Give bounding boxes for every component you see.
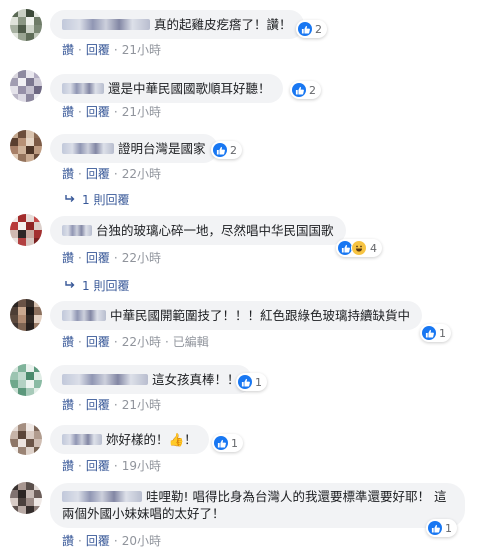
avatar[interactable] [10,299,42,331]
comment-bubble: 還是中華民國國歌順耳好聽！ [50,74,283,103]
comment-bubble: 妳好樣的！👍！ [50,425,209,454]
comment-text: 還是中華民國國歌順耳好聽！ [108,81,271,96]
comment-text: 這女孩真棒！！ [152,372,240,387]
comment-text: 台独的玻璃心碎一地，尽然唱中华民国国歌 [96,223,334,238]
commenter-name-redacted[interactable] [62,310,106,321]
thumbs-up-icon [213,143,227,157]
like-link[interactable]: 讚 [62,167,74,181]
view-replies-link[interactable]: 1 則回覆 [64,277,129,294]
reaction-count[interactable]: 2 [296,20,327,38]
thumbs-up-icon [214,436,228,450]
thumbs-up-icon [292,83,306,97]
thumbs-up-icon [298,22,312,36]
comment-text: 真的起雞皮疙瘩了！讚！ [154,17,292,32]
reply-link[interactable]: 回覆 [86,335,110,349]
comment-bubble: 台独的玻璃心碎一地，尽然唱中华民国国歌 [50,216,346,245]
timestamp[interactable]: 21小時 [122,43,161,57]
comment-actions: 讚 · 回覆 · 21小時 [62,398,161,412]
reply-link[interactable]: 回覆 [86,43,110,57]
avatar[interactable] [10,130,42,162]
commenter-name-redacted[interactable] [62,143,114,154]
comment-bubble: 哇哩勒! 唱得比身為台灣人的我還要標準還要好耶！ 這兩個外國小妹妹唱的太好了！ [50,483,465,528]
reply-link[interactable]: 回覆 [86,251,110,265]
reply-arrow-icon [64,279,76,293]
comment-actions: 讚 · 回覆 · 21小時 [62,105,161,119]
reaction-count[interactable]: 1 [420,324,451,342]
reaction-number: 1 [445,521,452,535]
reply-link[interactable]: 回覆 [86,105,110,119]
reaction-count[interactable]: 2 [211,141,242,159]
reaction-number: 1 [439,326,446,340]
reaction-count[interactable]: 1 [236,373,267,391]
avatar[interactable] [10,70,42,102]
commenter-name-redacted[interactable] [62,434,102,445]
like-link[interactable]: 讚 [62,534,74,548]
commenter-name-redacted[interactable] [62,491,142,502]
avatar[interactable] [10,423,42,455]
reaction-number: 1 [231,436,238,450]
comment-actions: 讚 · 回覆 · 20小時 [62,534,161,548]
like-link[interactable]: 讚 [62,335,74,349]
comment-actions: 讚 · 回覆 · 22小時 [62,167,161,181]
timestamp[interactable]: 19小時 [122,459,161,473]
comment-actions: 讚 · 回覆 · 22小時 · 已編輯 [62,335,209,349]
like-link[interactable]: 讚 [62,459,74,473]
like-link[interactable]: 讚 [62,43,74,57]
comment-text: 證明台灣是國家 [118,141,206,156]
avatar[interactable] [10,214,42,246]
timestamp[interactable]: 22小時 [122,335,161,349]
reaction-count[interactable]: 4 [336,239,382,257]
avatar[interactable] [10,364,42,396]
comment-bubble: 這女孩真棒！！ [50,365,252,394]
comment-text: 妳好樣的！👍！ [106,432,197,447]
thumbs-up-icon [238,375,252,389]
comment-bubble: 證明台灣是國家 [50,134,218,163]
comment-actions: 讚 · 回覆 · 22小時 [62,251,161,265]
like-link[interactable]: 讚 [62,398,74,412]
comment-text: 中華民國開範圍技了！！！紅色跟綠色玻璃持續缺貨中 [110,308,411,323]
like-link[interactable]: 讚 [62,105,74,119]
reaction-number: 2 [309,83,316,97]
commenter-name-redacted[interactable] [62,83,104,94]
reply-link[interactable]: 回覆 [86,167,110,181]
reaction-number: 1 [255,375,262,389]
timestamp[interactable]: 20小時 [122,534,161,548]
reaction-count[interactable]: 1 [426,519,457,537]
timestamp[interactable]: 21小時 [122,398,161,412]
reaction-count[interactable]: 1 [212,434,243,452]
like-link[interactable]: 讚 [62,251,74,265]
comment-actions: 讚 · 回覆 · 19小時 [62,459,161,473]
commenter-name-redacted[interactable] [62,374,148,385]
commenter-name-redacted[interactable] [62,19,150,30]
thumbs-up-icon [428,521,442,535]
reply-link[interactable]: 回覆 [86,534,110,548]
reaction-number: 4 [370,241,377,255]
timestamp[interactable]: 21小時 [122,105,161,119]
edited-label[interactable]: 已編輯 [173,335,209,349]
view-replies-link[interactable]: 1 則回覆 [64,191,129,208]
comment-bubble: 真的起雞皮疙瘩了！讚！ [50,10,304,39]
reply-link[interactable]: 回覆 [86,398,110,412]
haha-emoji-icon [351,240,367,256]
reply-arrow-icon [64,193,76,207]
reply-count[interactable]: 1 則回覆 [82,191,129,208]
reaction-number: 2 [315,22,322,36]
thumbs-up-icon [422,326,436,340]
reaction-count[interactable]: 2 [290,81,321,99]
timestamp[interactable]: 22小時 [122,167,161,181]
commenter-name-redacted[interactable] [62,225,92,236]
reaction-number: 2 [230,143,237,157]
reply-count[interactable]: 1 則回覆 [82,277,129,294]
comment-bubble: 中華民國開範圍技了！！！紅色跟綠色玻璃持續缺貨中 [50,301,423,330]
thumbs-up-icon [338,241,352,255]
reply-link[interactable]: 回覆 [86,459,110,473]
avatar[interactable] [10,9,42,41]
timestamp[interactable]: 22小時 [122,251,161,265]
comment-actions: 讚 · 回覆 · 21小時 [62,43,161,57]
avatar[interactable] [10,482,42,514]
